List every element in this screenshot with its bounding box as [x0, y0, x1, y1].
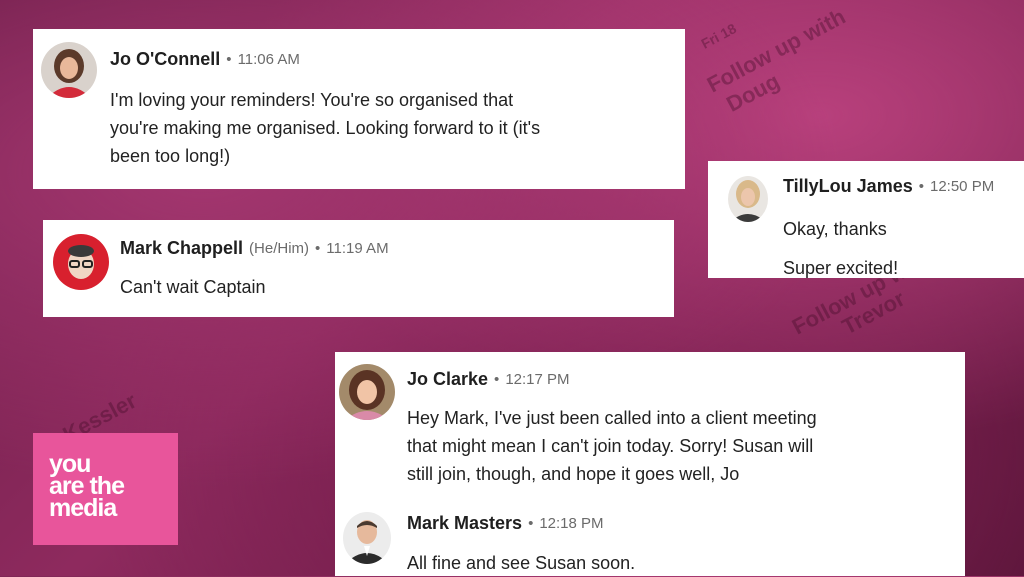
sender-name[interactable]: Mark Masters [407, 513, 522, 534]
separator-dot: • [315, 240, 321, 257]
timestamp: 11:19 AM [326, 240, 389, 257]
message-line: Can't wait Captain [120, 277, 266, 297]
message-line: that might mean I can't join today. Sorr… [407, 436, 814, 456]
message-line: Super excited! [783, 258, 899, 278]
message-card: Jo O'Connell • 11:06 AM I'm loving your … [33, 29, 685, 189]
logo-line: media [49, 494, 117, 522]
pronouns: (He/Him) [249, 240, 310, 257]
avatar[interactable] [53, 234, 109, 290]
message-line: Okay, thanks [783, 219, 887, 239]
sender-name[interactable]: TillyLou James [783, 176, 913, 197]
sender-name[interactable]: Jo Clarke [407, 369, 488, 390]
avatar[interactable] [343, 512, 391, 564]
sender-name[interactable]: Mark Chappell [120, 238, 243, 259]
message-card: Mark Chappell (He/Him) • 11:19 AM Can't … [43, 220, 674, 317]
avatar[interactable] [728, 176, 768, 222]
message-body: Can't wait Captain [120, 273, 266, 301]
separator-dot: • [494, 371, 500, 388]
message-body: Hey Mark, I've just been called into a c… [407, 404, 817, 488]
separator-dot: • [226, 51, 232, 68]
separator-dot: • [528, 515, 534, 532]
brand-logo: you are the media [33, 433, 178, 545]
message-body: All fine and see Susan soon. [407, 549, 635, 577]
avatar[interactable] [339, 364, 395, 420]
message-body: I'm loving your reminders! You're so org… [110, 86, 540, 170]
logo-text: you are the media [49, 452, 125, 522]
timestamp: 11:06 AM [237, 51, 300, 68]
message-line: Hey Mark, I've just been called into a c… [407, 408, 817, 428]
message-body: Okay, thanks Super excited! [783, 210, 898, 288]
avatar[interactable] [41, 42, 97, 98]
message-line: I'm loving your reminders! You're so org… [110, 90, 514, 110]
timestamp: 12:18 PM [539, 515, 604, 532]
sender-name[interactable]: Jo O'Connell [110, 49, 220, 70]
message-card: Jo Clarke • 12:17 PM Hey Mark, I've just… [335, 352, 965, 576]
message-line: still join, though, and hope it goes wel… [407, 464, 740, 484]
timestamp: 12:50 PM [929, 178, 995, 195]
message-line: All fine and see Susan soon. [407, 553, 636, 573]
message-line: been too long!) [110, 146, 231, 166]
separator-dot: • [918, 178, 924, 195]
message-line: you're making me organised. Looking forw… [110, 118, 541, 138]
background-text: Fri 18 [698, 20, 739, 52]
timestamp: 12:17 PM [505, 371, 570, 388]
message-card: TillyLou James • 12:50 PM Okay, thanks S… [708, 161, 1024, 278]
